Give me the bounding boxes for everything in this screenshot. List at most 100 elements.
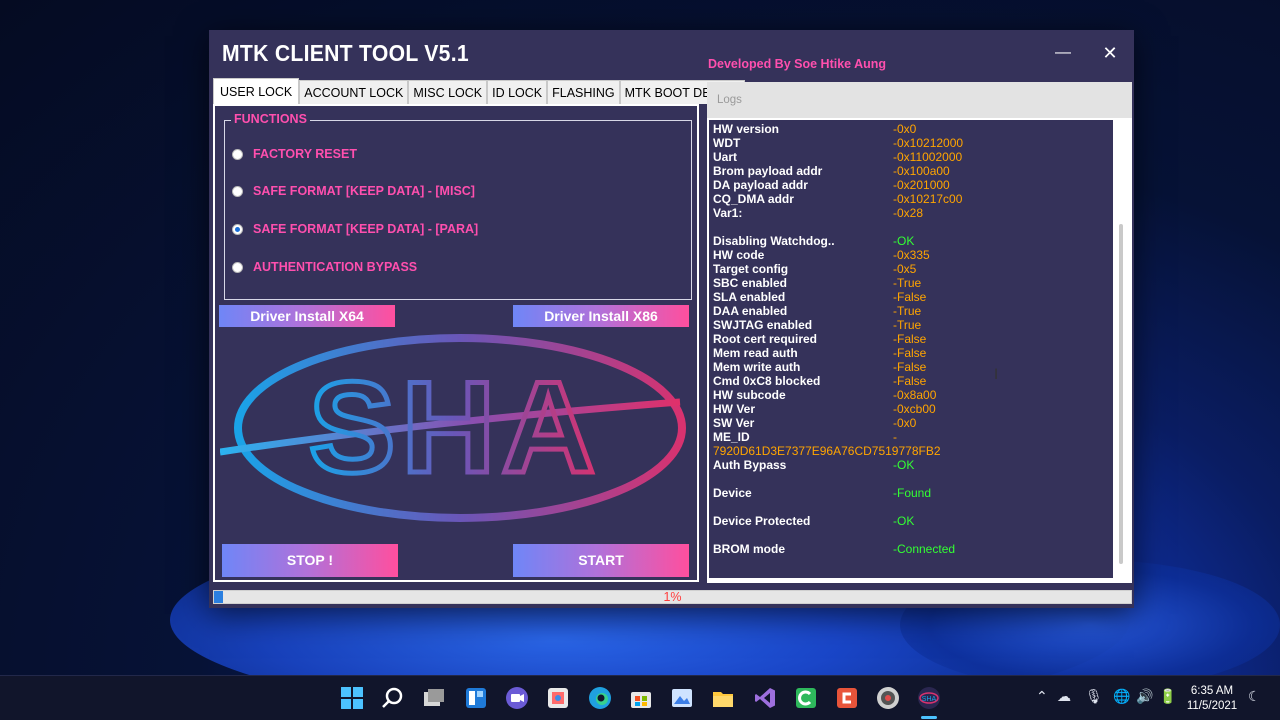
search-icon[interactable] [381, 686, 405, 710]
chat-icon[interactable] [505, 686, 529, 710]
network-icon[interactable]: 🌐 [1113, 689, 1130, 705]
functions-group: FUNCTIONS FACTORY RESET SAFE FORMAT [KEE… [224, 112, 692, 300]
log-value: -OK [893, 458, 915, 472]
visual-studio-icon[interactable] [753, 686, 777, 710]
log-line: Auth Bypass -OK [713, 458, 914, 472]
log-key: HW version [713, 122, 780, 136]
tab-account-lock[interactable]: ACCOUNT LOCK [299, 80, 409, 104]
log-value: -0x10217c00 [893, 192, 963, 206]
log-line: HW Ver -0xcb00 [713, 402, 936, 416]
log-line: BROM mode -Connected [713, 542, 955, 556]
option-label: SAFE FORMAT [KEEP DATA] - [MISC] [253, 184, 475, 198]
log-line: Cmd 0xC8 blocked -False [713, 374, 926, 388]
log-key: Cmd 0xC8 blocked [713, 374, 821, 388]
file-explorer-icon[interactable] [711, 686, 735, 710]
tab-misc-lock[interactable]: MISC LOCK [408, 80, 488, 104]
log-key: Disabling Watchdog.. [713, 234, 835, 248]
log-value: -False [893, 346, 927, 360]
edge-icon[interactable] [588, 686, 612, 710]
log-line: Device Protected -OK [713, 514, 914, 528]
app-title: MTK CLIENT TOOL V5.1 [222, 40, 469, 66]
clock[interactable]: 6:35 AM 11/5/2021 [1186, 684, 1238, 714]
driver-install-x64-button[interactable]: Driver Install X64 [219, 305, 395, 327]
log-value: -True [893, 304, 922, 318]
camtasia-icon[interactable] [794, 686, 818, 710]
radio-button[interactable] [232, 185, 243, 197]
log-line: SWJTAG enabled -True [713, 318, 921, 332]
option-label: SAFE FORMAT [KEEP DATA] - [PARA] [253, 222, 479, 236]
tab-id-lock[interactable]: ID LOCK [487, 80, 548, 104]
log-value: -0x28 [893, 206, 924, 220]
stop-button[interactable]: STOP ! [222, 544, 398, 577]
log-key: HW subcode [713, 388, 786, 402]
radio-button[interactable] [232, 261, 243, 273]
log-key: BROM mode [713, 542, 785, 556]
mtk-client-icon[interactable]: SHA [917, 686, 941, 710]
log-value: -0x11002000 [893, 150, 963, 164]
log-value: -0xcb00 [893, 402, 936, 416]
log-line: HW code -0x335 [713, 248, 930, 262]
log-value: -False [893, 332, 927, 346]
log-line: Brom payload addr -0x100a00 [713, 164, 950, 178]
log-value: -False [893, 360, 927, 374]
cloud-icon[interactable]: ☁ [1057, 689, 1071, 705]
log-line: Var1: -0x28 [713, 206, 923, 220]
option-label: FACTORY RESET [253, 147, 357, 161]
log-value: -False [893, 290, 927, 304]
widgets-icon[interactable] [464, 686, 488, 710]
toolbox-icon[interactable] [835, 686, 859, 710]
driver-install-x86-button[interactable]: Driver Install X86 [513, 305, 689, 327]
progress-bar: 1% [213, 590, 1132, 604]
log-key: Brom payload addr [713, 164, 823, 178]
battery-icon[interactable]: 🔋 [1159, 689, 1176, 705]
log-key: WDT [713, 136, 741, 150]
option-label: AUTHENTICATION BYPASS [253, 260, 418, 274]
photos-icon[interactable] [670, 686, 694, 710]
snipping-tool-icon[interactable] [546, 686, 570, 710]
log-value: -0x10212000 [893, 136, 964, 150]
chevron-up-icon[interactable]: ⌃ [1036, 689, 1048, 705]
log-line: CQ_DMA addr -0x10217c00 [713, 192, 962, 206]
radio-button-selected[interactable] [232, 223, 243, 235]
media-player-icon[interactable] [876, 686, 900, 710]
text-cursor-icon: I [994, 367, 999, 383]
log-line: ME_ID - [713, 430, 897, 444]
tab-strip: USER LOCK ACCOUNT LOCK MISC LOCK ID LOCK… [213, 78, 745, 104]
log-key: HW Ver [713, 402, 756, 416]
option-authentication-bypass[interactable]: AUTHENTICATION BYPASS [232, 260, 417, 274]
radio-button[interactable] [232, 148, 243, 160]
log-line: Mem read auth -False [713, 346, 926, 360]
sha-logo: SHA [220, 334, 686, 522]
logs-header: Logs [707, 82, 1132, 118]
start-button[interactable]: START [513, 544, 689, 577]
option-safe-format-misc[interactable]: SAFE FORMAT [KEEP DATA] - [MISC] [232, 184, 475, 198]
volume-icon[interactable]: 🔊 [1136, 689, 1153, 705]
option-factory-reset[interactable]: FACTORY RESET [232, 147, 357, 161]
log-key: Target config [713, 262, 789, 276]
task-view-icon[interactable] [422, 686, 446, 710]
user-lock-panel: FUNCTIONS FACTORY RESET SAFE FORMAT [KEE… [213, 104, 699, 582]
tab-flashing[interactable]: FLASHING [547, 80, 620, 104]
log-value: -OK [893, 514, 915, 528]
log-value: -0x5 [893, 262, 917, 276]
log-key: Mem write auth [713, 360, 801, 374]
log-line: DAA enabled -True [713, 304, 921, 318]
store-icon[interactable] [629, 686, 653, 710]
minimize-button[interactable]: — [1052, 42, 1074, 64]
log-line: Root cert required -False [713, 332, 926, 346]
notifications-icon[interactable]: ☾ [1248, 689, 1261, 705]
log-key: DA payload addr [713, 178, 808, 192]
logs-content: HW version -0x0 WDT -0x10212000 Uart -0x11002… [709, 120, 1113, 578]
log-key: Device [713, 486, 752, 500]
tab-user-lock[interactable]: USER LOCK [213, 78, 300, 104]
log-line: SBC enabled -True [713, 276, 921, 290]
close-button[interactable]: ✕ [1099, 42, 1121, 64]
log-value: -0x100a00 [893, 164, 950, 178]
logs-scrollbar[interactable] [1115, 120, 1129, 578]
scrollbar-thumb[interactable] [1119, 224, 1123, 564]
clock-time: 6:35 AM [1190, 685, 1234, 697]
option-safe-format-para[interactable]: SAFE FORMAT [KEEP DATA] - [PARA] [232, 222, 478, 236]
log-line: Mem write auth -False [713, 360, 926, 374]
windows-start-icon[interactable] [340, 686, 364, 710]
microphone-icon[interactable]: 🎙 [1085, 689, 1103, 705]
